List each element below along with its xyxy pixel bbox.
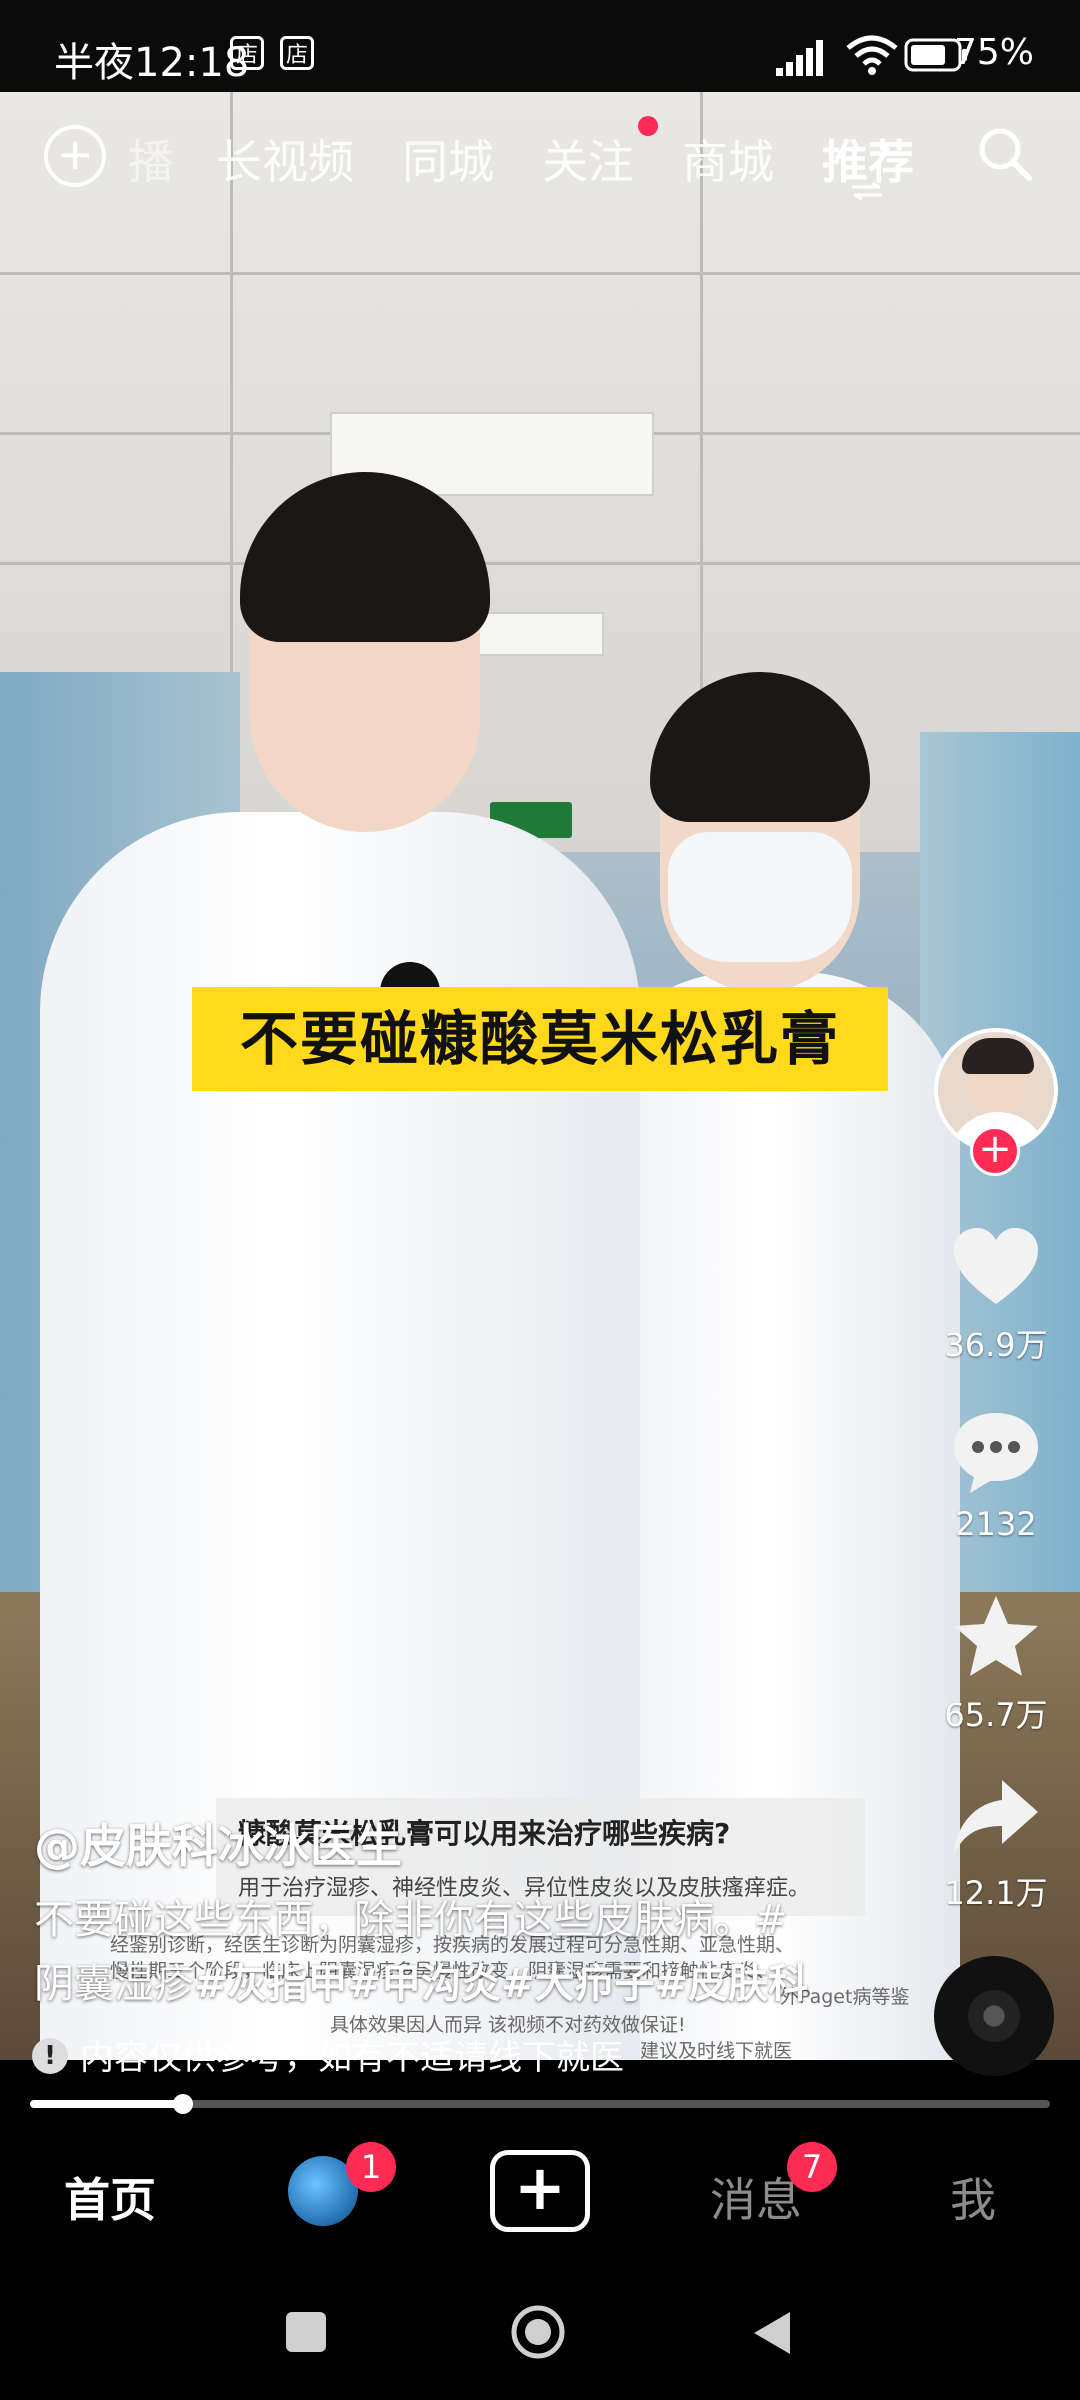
tab-partial[interactable]: 播 <box>128 126 174 192</box>
medical-notice: 内容仅供参考，如有不适请线下就医 <box>80 2038 624 2078</box>
favorite-star-icon[interactable] <box>948 1590 1044 1686</box>
ceiling-grid-line <box>0 272 1080 275</box>
description-plain: 阴囊湿疹 <box>34 1961 194 2007</box>
add-icon[interactable]: + <box>44 125 106 187</box>
back-triangle-icon[interactable] <box>752 2310 792 2356</box>
shop-notification-icon: 店 <box>280 36 314 70</box>
tab-local[interactable]: 同城 <box>402 126 494 192</box>
tab-following[interactable]: 关注 <box>542 126 634 192</box>
tab-home[interactable]: 首页 <box>64 2164 156 2230</box>
share-icon[interactable] <box>948 1770 1044 1866</box>
video-progress-handle[interactable] <box>173 2094 193 2114</box>
tab-me[interactable]: 我 <box>950 2164 996 2230</box>
search-icon[interactable] <box>975 124 1035 184</box>
cellular-signal-icon <box>776 40 823 76</box>
tab-long-video[interactable]: 长视频 <box>216 126 354 192</box>
messages-badge: 7 <box>787 2142 837 2192</box>
like-heart-icon[interactable] <box>948 1220 1044 1316</box>
home-circle-icon[interactable] <box>510 2304 566 2360</box>
wifi-icon <box>846 35 898 75</box>
info-icon: ! <box>32 2038 68 2074</box>
comment-count: 2132 <box>955 1505 1037 1543</box>
create-button[interactable]: + <box>490 2150 590 2232</box>
music-disc-icon[interactable] <box>934 1956 1054 2076</box>
recents-square-icon[interactable] <box>286 2312 326 2352</box>
ceiling-grid-line <box>0 562 1080 565</box>
description-line1: 不要碰这些东西，除非你有这些皮肤病。# <box>34 1897 788 1943</box>
hashtags[interactable]: #灰指甲#甲沟炎#大疖子#皮肤科 <box>194 1961 808 2007</box>
like-count: 36.9万 <box>944 1326 1048 1364</box>
favorite-count: 65.7万 <box>944 1696 1048 1734</box>
switch-feed-icon[interactable] <box>850 182 884 200</box>
fine-print: 建议及时线下就医 <box>640 2040 793 2062</box>
status-time: 半夜12:18 <box>54 40 250 86</box>
tab-mall[interactable]: 商城 <box>682 126 774 192</box>
battery-percent: 75% <box>953 32 1034 73</box>
friends-badge: 1 <box>346 2142 396 2192</box>
author-name[interactable]: @皮肤科冰冰医生 <box>34 1810 402 1876</box>
video-caption: 不要碰糠酸莫米松乳膏 <box>192 987 888 1091</box>
share-count: 12.1万 <box>944 1874 1048 1912</box>
post-description[interactable]: 不要碰这些东西，除非你有这些皮肤病。# 阴囊湿疹#灰指甲#甲沟炎#大疖子#皮肤科 <box>34 1888 814 2016</box>
face-mask <box>668 832 852 962</box>
video-progress-fill <box>30 2100 183 2108</box>
comment-icon[interactable] <box>948 1405 1044 1501</box>
description-line2: 阴囊湿疹#灰指甲#甲沟炎#大疖子#皮肤科 <box>34 1952 814 2016</box>
shop-notification-icon: 店 <box>230 36 264 70</box>
following-new-dot <box>638 116 658 136</box>
follow-button[interactable]: + <box>970 1126 1020 1176</box>
status-bar: 半夜12:18 店 店 75% <box>0 0 1080 92</box>
